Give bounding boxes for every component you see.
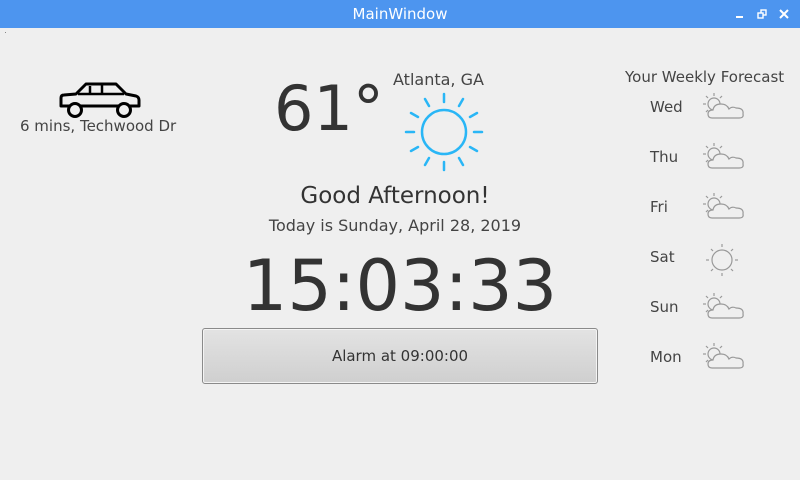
forecast-day: Sun <box>650 298 679 316</box>
alarm-button-label: Alarm at 09:00:00 <box>331 347 469 365</box>
forecast-row: Sun <box>650 292 760 324</box>
forecast-day: Sat <box>650 248 675 266</box>
forecast-row: Mon <box>650 342 760 374</box>
window-title: MainWindow <box>352 5 448 23</box>
forecast-day: Wed <box>650 98 683 116</box>
corner-dot <box>5 32 6 33</box>
sun-icon <box>700 242 746 282</box>
maximize-button[interactable] <box>752 4 772 24</box>
location-label: Atlanta, GA <box>393 70 484 89</box>
title-bar: MainWindow <box>0 0 800 28</box>
partly-cloudy-icon <box>700 342 746 378</box>
partly-cloudy-icon <box>700 92 746 128</box>
forecast-title: Your Weekly Forecast <box>625 68 785 86</box>
minimize-button[interactable] <box>730 4 750 24</box>
sun-icon <box>402 90 486 178</box>
partly-cloudy-icon <box>700 192 746 228</box>
forecast-day: Mon <box>650 348 682 366</box>
close-button[interactable] <box>774 4 794 24</box>
forecast-row: Sat <box>650 242 760 276</box>
partly-cloudy-icon <box>700 292 746 328</box>
forecast-row: Wed <box>650 92 760 124</box>
alarm-button[interactable]: Alarm at 09:00:00 <box>202 328 598 384</box>
partly-cloudy-icon <box>700 142 746 178</box>
forecast-day: Thu <box>650 148 679 166</box>
commute-text: 6 mins, Techwood Dr <box>20 117 177 135</box>
forecast-row: Fri <box>650 192 760 224</box>
temperature: 61° <box>274 72 384 145</box>
forecast-day: Fri <box>650 198 668 216</box>
forecast-row: Thu <box>650 142 760 174</box>
